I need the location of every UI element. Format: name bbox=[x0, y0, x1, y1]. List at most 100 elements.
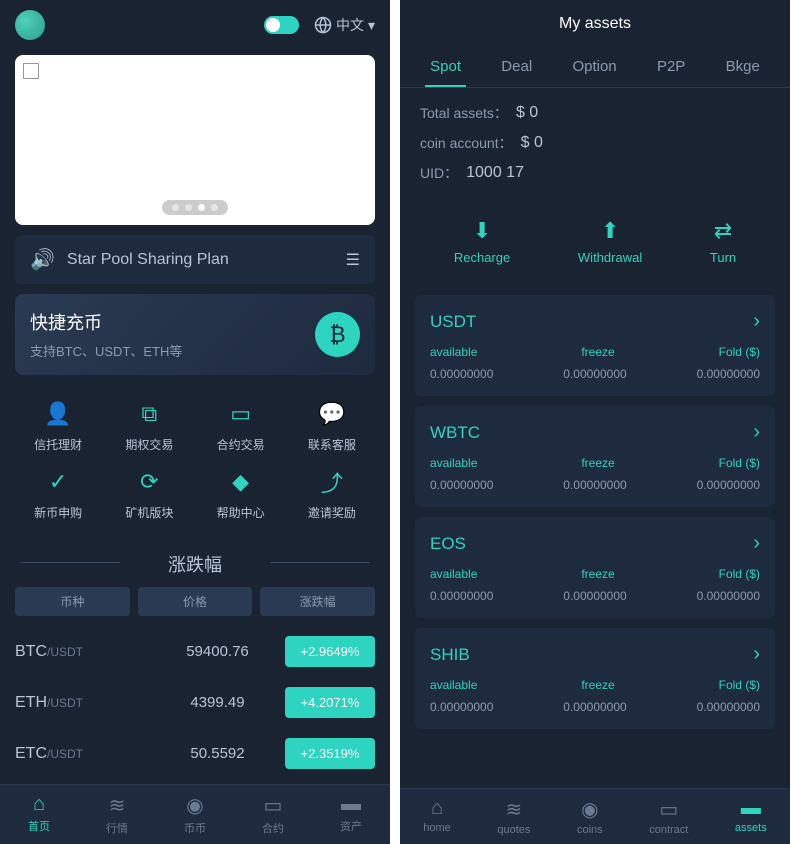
dot-active[interactable] bbox=[198, 204, 205, 211]
menu-label: 合约交易 bbox=[217, 436, 265, 453]
menu-label: 新币申购 bbox=[34, 504, 82, 521]
col-available: available bbox=[430, 456, 477, 470]
col-available: available bbox=[430, 567, 477, 581]
coin-card[interactable]: EOS › available freeze Fold ($) 0.000000… bbox=[415, 517, 775, 618]
menu-ipo[interactable]: ✓ 新币申购 bbox=[15, 468, 101, 521]
language-selector[interactable]: 中文 ▾ bbox=[314, 15, 375, 35]
tab-deal[interactable]: Deal bbox=[496, 48, 537, 87]
carousel-banner[interactable] bbox=[15, 55, 375, 225]
coin-row[interactable]: BTC/USDT 59400.76 +2.9649% bbox=[0, 626, 390, 677]
th-price[interactable]: 价格 bbox=[138, 587, 253, 616]
coin-card[interactable]: SHIB › available freeze Fold ($) 0.00000… bbox=[415, 628, 775, 729]
menu-label: 期权交易 bbox=[125, 436, 173, 453]
quick-deposit-card[interactable]: 快捷充币 支持BTC、USDT、ETH等 ₿ bbox=[15, 294, 375, 375]
col-fold: Fold ($) bbox=[719, 567, 760, 581]
nav-assets[interactable]: ▬assets bbox=[735, 797, 767, 836]
deposit-text: 快捷充币 支持BTC、USDT、ETH等 bbox=[30, 309, 182, 360]
tab-option[interactable]: Option bbox=[567, 48, 621, 87]
val-fold: 0.00000000 bbox=[697, 478, 760, 492]
th-change[interactable]: 涨跌幅 bbox=[260, 587, 375, 616]
menu-contract[interactable]: ▭合约交易 bbox=[198, 400, 284, 453]
coin-card[interactable]: USDT › available freeze Fold ($) 0.00000… bbox=[415, 295, 775, 396]
turn-icon: ⇄ bbox=[714, 218, 732, 244]
chevron-right-icon: › bbox=[753, 421, 760, 444]
val-fold: 0.00000000 bbox=[697, 589, 760, 603]
menu-invite[interactable]: ⤴邀请奖励 bbox=[289, 468, 375, 521]
uid-value: 1000 17 bbox=[466, 164, 524, 182]
action-label: Recharge bbox=[454, 250, 510, 265]
deposit-subtitle: 支持BTC、USDT、ETH等 bbox=[30, 341, 182, 360]
top-header: 中文 ▾ bbox=[0, 0, 390, 50]
recharge-button[interactable]: ⬇ Recharge bbox=[454, 218, 510, 265]
coin-price: 4399.49 bbox=[150, 694, 285, 711]
nav-assets[interactable]: ▬资产 bbox=[340, 793, 362, 836]
menu-help[interactable]: ◆帮助中心 bbox=[198, 468, 284, 521]
announcement-bar[interactable]: 🔊 Star Pool Sharing Plan ☰ bbox=[15, 235, 375, 284]
asset-actions: ⬇ Recharge ⬆Withdrawal ⇄Turn bbox=[400, 208, 790, 285]
menu-options[interactable]: ⧉期权交易 bbox=[106, 400, 192, 453]
coin-row[interactable]: ETC/USDT 50.5592 +2.3519% bbox=[0, 728, 390, 779]
col-available: available bbox=[430, 345, 477, 359]
val-freeze: 0.00000000 bbox=[563, 367, 626, 381]
dot[interactable] bbox=[211, 204, 218, 211]
coin-price: 59400.76 bbox=[150, 643, 285, 660]
nav-quotes[interactable]: ≋行情 bbox=[106, 793, 128, 836]
chevron-right-icon: › bbox=[753, 532, 760, 555]
menu-label: 矿机版块 bbox=[125, 504, 173, 521]
nav-home[interactable]: ⌂home bbox=[423, 797, 451, 836]
withdrawal-button[interactable]: ⬆Withdrawal bbox=[578, 218, 642, 265]
dot[interactable] bbox=[185, 204, 192, 211]
doc-icon: ▭ bbox=[659, 797, 678, 822]
check-icon: ✓ bbox=[44, 468, 72, 496]
coin-pair: /USDT bbox=[47, 747, 83, 761]
menu-mining[interactable]: ⟳ 矿机版块 bbox=[106, 468, 192, 521]
globe-icon bbox=[314, 16, 332, 34]
menu-icon[interactable]: ☰ bbox=[346, 250, 360, 270]
bitcoin-icon: ₿ bbox=[315, 312, 360, 357]
change-badge: +2.3519% bbox=[285, 738, 375, 769]
tab-p2p[interactable]: P2P bbox=[652, 48, 690, 87]
theme-toggle[interactable] bbox=[264, 16, 299, 34]
nav-contract[interactable]: ▭contract bbox=[649, 797, 688, 836]
th-symbol[interactable]: 币种 bbox=[15, 587, 130, 616]
section-title: 涨跌幅 bbox=[0, 536, 390, 587]
tab-spot[interactable]: Spot bbox=[425, 48, 466, 87]
dot[interactable] bbox=[172, 204, 179, 211]
asset-summary: Total assets：$ 0 coin account：$ 0 UID：10… bbox=[400, 88, 790, 208]
menu-support[interactable]: 💬联系客服 bbox=[289, 400, 375, 453]
col-fold: Fold ($) bbox=[719, 678, 760, 692]
page-title: My assets bbox=[400, 0, 790, 48]
menu-trust[interactable]: 👤信托理财 bbox=[15, 400, 101, 453]
nav-home[interactable]: ⌂首页 bbox=[28, 793, 50, 836]
coin-symbol: USDT bbox=[430, 312, 476, 332]
coin-price: 50.5592 bbox=[150, 745, 285, 762]
deposit-title: 快捷充币 bbox=[30, 309, 182, 335]
wallet-icon: ▬ bbox=[341, 793, 361, 816]
val-available: 0.00000000 bbox=[430, 478, 493, 492]
left-app-screen: 中文 ▾ 🔊 Star Pool Sharing Plan ☰ 快捷充币 支持B… bbox=[0, 0, 390, 844]
val-available: 0.00000000 bbox=[430, 700, 493, 714]
nav-quotes[interactable]: ≋quotes bbox=[497, 797, 530, 836]
nav-coins[interactable]: ◉coins bbox=[577, 797, 603, 836]
tab-bkge[interactable]: Bkge bbox=[721, 48, 765, 87]
nav-contract[interactable]: ▭合约 bbox=[262, 793, 284, 836]
avatar[interactable] bbox=[15, 10, 45, 40]
nav-coins[interactable]: ◉币币 bbox=[184, 793, 206, 836]
coin-card[interactable]: WBTC › available freeze Fold ($) 0.00000… bbox=[415, 406, 775, 507]
col-freeze: freeze bbox=[581, 567, 614, 581]
bottom-nav-right: ⌂home ≋quotes ◉coins ▭contract ▬assets bbox=[400, 788, 790, 844]
turn-button[interactable]: ⇄Turn bbox=[710, 218, 736, 265]
nav-label: coins bbox=[577, 824, 603, 836]
col-freeze: freeze bbox=[581, 456, 614, 470]
coin-cards: USDT › available freeze Fold ($) 0.00000… bbox=[400, 295, 790, 729]
coin-row[interactable]: ETH/USDT 4399.49 +4.2071% bbox=[0, 677, 390, 728]
val-fold: 0.00000000 bbox=[697, 700, 760, 714]
nav-label: 合约 bbox=[262, 820, 284, 836]
total-label: Total assets： bbox=[420, 103, 508, 123]
col-fold: Fold ($) bbox=[719, 456, 760, 470]
coin-symbol: WBTC bbox=[430, 423, 480, 443]
recharge-icon: ⬇ bbox=[473, 218, 491, 244]
col-fold: Fold ($) bbox=[719, 345, 760, 359]
asset-tabs: Spot Deal Option P2P Bkge bbox=[400, 48, 790, 88]
refresh-icon: ⟳ bbox=[135, 468, 163, 496]
